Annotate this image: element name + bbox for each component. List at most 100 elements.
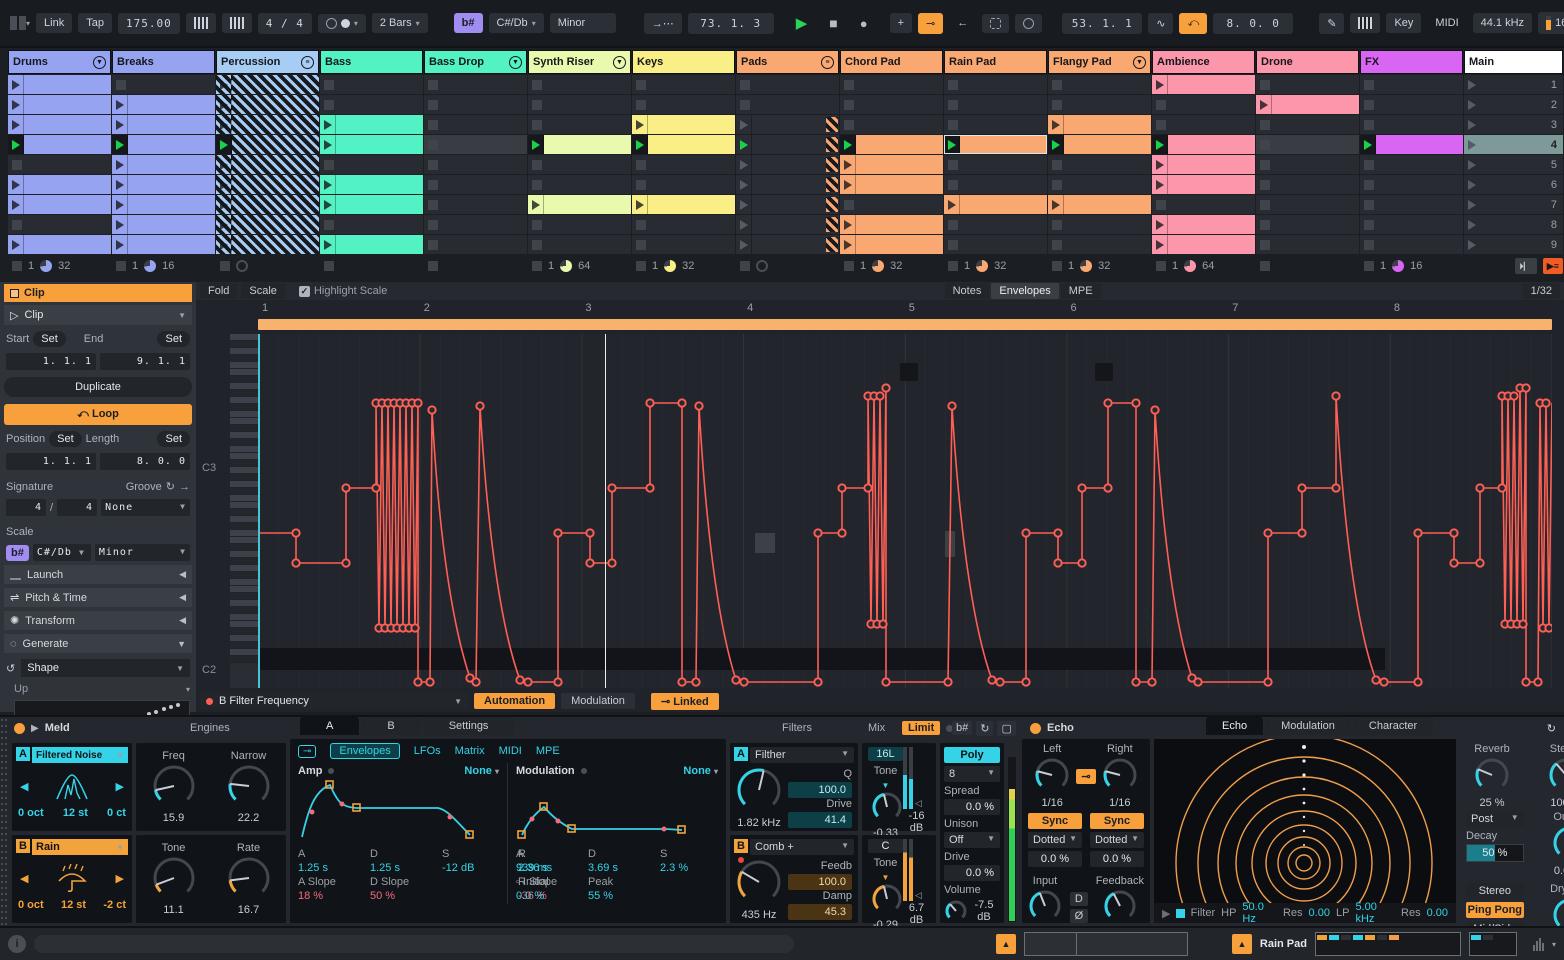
clip-stop-button[interactable] [1052, 99, 1062, 110]
clip-stop-button[interactable] [740, 99, 750, 110]
clip-body[interactable] [1064, 135, 1151, 154]
clip-slot[interactable] [8, 195, 111, 214]
clip-stop-button[interactable] [1052, 179, 1062, 190]
echo-right-sync-mode[interactable]: Dotted ▼ [1090, 832, 1144, 848]
launch-section[interactable]: ⎽ Launch ◀ [4, 565, 192, 584]
track-header[interactable]: Drums ▼ [8, 50, 111, 74]
clip-slot[interactable] [424, 135, 527, 154]
clip-body[interactable] [336, 175, 423, 194]
filter-a-chip[interactable]: A [734, 747, 748, 761]
tab-envelopes[interactable]: Envelopes [991, 283, 1059, 299]
clip-launch-button[interactable] [8, 195, 24, 214]
filter-a-drive[interactable]: 41.4 [788, 812, 852, 828]
device-chain-overview-tail[interactable] [1468, 932, 1517, 956]
clip-body[interactable] [128, 155, 215, 174]
clip-launch-button[interactable] [1048, 115, 1064, 134]
poly-button[interactable]: Poly [944, 747, 1000, 763]
pitch-time-section[interactable]: ⇌ Pitch & Time ◀ [4, 588, 192, 607]
filter-b-damp[interactable]: 45.3 [788, 904, 852, 920]
echo-link-button[interactable]: ⊸ [1076, 768, 1096, 784]
clip-stop-button[interactable] [532, 99, 542, 110]
clip-slot[interactable] [8, 175, 111, 194]
automation-mode-button[interactable]: Automation [474, 693, 556, 709]
clip-stop-button[interactable] [1260, 179, 1270, 190]
clip-launch-button[interactable] [632, 195, 648, 214]
engine-b-next-icon[interactable]: ▶ [116, 872, 124, 885]
scene-play-icon[interactable] [1468, 219, 1476, 230]
clip-body[interactable] [128, 195, 215, 214]
clip-stop-button[interactable] [948, 119, 958, 130]
punch-icon[interactable]: ∿ [1148, 12, 1174, 34]
beat-time-ruler[interactable]: 1 2 3 4 5 6 7 8 [258, 302, 1552, 318]
clip-stop-button[interactable] [324, 99, 334, 110]
clip-stop-button[interactable] [948, 79, 958, 90]
track-header[interactable]: FX [1360, 50, 1463, 74]
echo-tab-echo[interactable]: Echo [1206, 717, 1264, 735]
engine-b-prev-icon[interactable]: ◀ [20, 872, 28, 885]
engine-b-oct[interactable]: 0 oct [18, 899, 44, 911]
clip-slot[interactable] [736, 195, 839, 214]
clip-launch-button[interactable] [1048, 195, 1064, 214]
scene-play-icon[interactable] [1468, 79, 1476, 90]
clip-launch-button[interactable] [840, 215, 856, 234]
amp-decay[interactable]: 1.25 s [370, 862, 442, 874]
scene-play-icon[interactable] [1468, 119, 1476, 130]
automation-canvas[interactable] [258, 334, 1552, 688]
clip-body[interactable] [960, 135, 1047, 154]
link-button[interactable]: Link [36, 13, 73, 33]
clip-launch-button[interactable] [112, 155, 128, 174]
clip-stop-button[interactable] [428, 99, 438, 110]
echo-output-knob[interactable] [1552, 825, 1564, 861]
track-header[interactable]: Ambience [1152, 50, 1255, 74]
clip-body[interactable] [24, 195, 111, 214]
clip-stop-button[interactable] [428, 139, 438, 150]
volume-knob[interactable] [944, 899, 968, 923]
clip-slot[interactable] [112, 195, 215, 214]
clip-launch-button[interactable] [736, 175, 752, 194]
clip-slot[interactable] [840, 155, 943, 174]
mod-sustain[interactable]: 2.3 % [660, 862, 736, 874]
track-stop-button[interactable] [220, 261, 230, 271]
clip-stop-button[interactable] [12, 219, 22, 230]
unison-menu[interactable]: Off ▼ [944, 832, 1000, 848]
clip-body[interactable] [648, 135, 735, 154]
loop-brace[interactable] [258, 319, 1552, 330]
clip-stop-button[interactable] [636, 159, 646, 170]
mod-initial-toggle[interactable]: ▫ Initial [516, 876, 588, 888]
generator-reset-icon[interactable]: ↺ [6, 662, 15, 675]
clip-stop-button[interactable] [324, 159, 334, 170]
clip-body[interactable] [1272, 95, 1359, 114]
clip-stop-button[interactable] [1364, 79, 1374, 90]
clip-slot[interactable] [840, 175, 943, 194]
clip-body[interactable] [544, 135, 631, 154]
highlight-scale-checkbox[interactable]: ✓ [298, 285, 310, 297]
clip-slot[interactable] [840, 115, 943, 134]
subtab-mpe[interactable]: MPE [536, 745, 560, 757]
clip-body[interactable] [232, 215, 319, 234]
meld-title[interactable]: ▶ Meld [14, 717, 70, 739]
clip-body[interactable] [960, 195, 1047, 214]
clip-slot[interactable] [736, 155, 839, 174]
clip-slot[interactable] [736, 235, 839, 254]
clip-launch-button[interactable] [8, 95, 24, 114]
clip-stop-button[interactable] [1156, 199, 1166, 210]
loop-length-field[interactable]: 8. 0. 0 [100, 453, 190, 470]
clip-launch-button[interactable] [736, 135, 752, 154]
filter-a-freq-knob[interactable] [736, 767, 782, 813]
filter-a-type-menu[interactable]: Filther ▼ [750, 747, 854, 763]
amp-adsr-graph[interactable] [298, 777, 498, 841]
clip-stop-button[interactable] [1260, 219, 1270, 230]
tab-a[interactable]: A [300, 717, 360, 735]
scene-slot-6[interactable]: 6 [1464, 175, 1563, 194]
clip-slot[interactable] [216, 195, 319, 214]
groove-commit-icon[interactable]: ↻ [166, 480, 175, 493]
rate-knob[interactable] [227, 856, 271, 900]
clip-slot[interactable] [632, 95, 735, 114]
scene-play-icon[interactable] [1468, 179, 1476, 190]
clip-body[interactable] [336, 195, 423, 214]
echo-right-offset[interactable]: 0.0 % [1090, 851, 1144, 867]
clip-slot[interactable] [632, 235, 735, 254]
scene-play-icon[interactable] [1468, 99, 1476, 110]
generator-menu[interactable]: Shape ▼ [21, 659, 190, 677]
clip-body[interactable] [128, 95, 215, 114]
